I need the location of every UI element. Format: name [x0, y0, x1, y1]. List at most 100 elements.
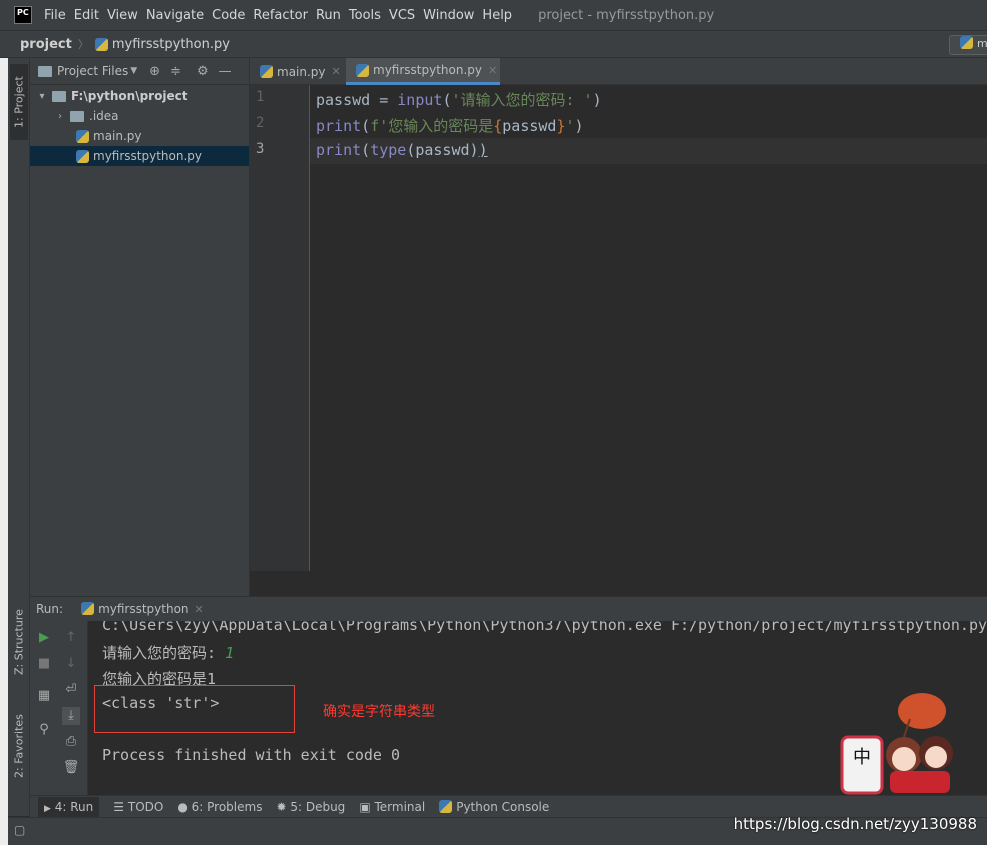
tab-label: main.py: [277, 64, 326, 79]
background-window-strip: [0, 30, 8, 845]
pin-icon[interactable]: ⚲: [35, 721, 53, 739]
chevron-down-icon[interactable]: ▼: [130, 66, 137, 76]
menu-code[interactable]: Code: [212, 8, 245, 23]
tool-window-toggle-icon[interactable]: ▢: [14, 823, 25, 837]
console-user-input: 1: [225, 644, 235, 662]
tab-myfirsstpython-py[interactable]: myfirsstpython.py ✕: [346, 58, 500, 85]
editor-tab-bar: main.py ✕ myfirsstpython.py ✕: [250, 58, 987, 85]
tree-item-main-py[interactable]: main.py: [30, 126, 249, 146]
mascot-text: 中: [853, 747, 871, 768]
tab-main-py[interactable]: main.py ✕: [250, 58, 346, 85]
breadcrumb-separator-icon: 〉: [77, 38, 89, 51]
tree-item-label: F:\python\project: [71, 89, 188, 103]
folder-icon: [52, 90, 66, 102]
project-view-selector[interactable]: Project Files: [57, 64, 128, 78]
menu-view[interactable]: View: [107, 8, 138, 23]
breadcrumb-project[interactable]: project: [20, 37, 72, 52]
favorites-tool-tab-label: 2: Favorites: [12, 714, 26, 778]
mascot-sticker: 中: [840, 693, 953, 795]
tab-todo[interactable]: ☰ TODO: [113, 800, 163, 814]
run-console[interactable]: C:\Users\zyy\AppData\Local\Programs\Pyth…: [88, 621, 987, 795]
line-number: 3: [256, 141, 265, 157]
menu-bar: PC File Edit View Navigate Code Refactor…: [0, 0, 987, 30]
close-icon[interactable]: ✕: [332, 65, 341, 78]
trash-icon[interactable]: 🗑: [62, 759, 80, 777]
tree-item-label: main.py: [93, 129, 142, 143]
tab-problems[interactable]: ● 6: Problems: [177, 800, 262, 814]
rerun-icon[interactable]: ▶: [35, 629, 53, 647]
python-icon: [81, 602, 95, 615]
bottom-tool-tabs: ▶ 4: Run ☰ TODO ● 6: Problems ✹ 5: Debug…: [30, 795, 987, 817]
down-arrow-icon[interactable]: ↓: [62, 655, 80, 673]
tab-todo-label: TODO: [127, 799, 164, 814]
chevron-right-icon[interactable]: ›: [54, 111, 66, 122]
menu-run[interactable]: Run: [316, 8, 341, 23]
code-line-3: print(type(passwd)): [316, 141, 488, 159]
locate-icon[interactable]: ⊕: [149, 64, 160, 79]
run-label: Run:: [36, 602, 64, 616]
editor-bottom-area: [250, 571, 987, 596]
gear-icon[interactable]: ⚙: [197, 64, 209, 79]
menu-edit[interactable]: Edit: [74, 8, 99, 23]
tree-item-myfirsstpython-py[interactable]: myfirsstpython.py: [30, 146, 249, 166]
watermark: https://blog.csdn.net/zyy130988: [733, 815, 977, 833]
structure-tool-tab[interactable]: Z: Structure: [10, 600, 28, 684]
code-editor[interactable]: passwd = input('请输入您的密码: ') print(f'您输入的…: [310, 85, 987, 571]
console-line-prompt: 请输入您的密码: 1: [102, 642, 234, 663]
menu-window[interactable]: Window: [423, 8, 474, 23]
run-panel-header: Run: myfirsstpython ✕: [30, 596, 987, 621]
close-icon[interactable]: ✕: [195, 603, 204, 616]
console-prompt-text: 请输入您的密码:: [102, 644, 226, 662]
project-panel: Project Files ▼ ⊕ ≑ ⚙ — ▾ F:\python\proj…: [30, 58, 250, 596]
tab-label: myfirsstpython.py: [373, 63, 483, 77]
favorites-tool-tab[interactable]: 2: Favorites: [10, 702, 28, 790]
menu-help[interactable]: Help: [482, 8, 512, 23]
tree-item-idea[interactable]: › .idea: [30, 106, 249, 126]
run-config-tab[interactable]: myfirsstpython ✕: [81, 602, 204, 616]
run-icon: ▶: [44, 803, 51, 814]
problems-icon: ●: [177, 799, 188, 814]
menu-navigate[interactable]: Navigate: [146, 8, 204, 23]
python-file-icon: [356, 63, 369, 77]
window-title: project - myfirsstpython.py: [538, 7, 715, 23]
list-icon: ☰: [113, 799, 125, 814]
tab-problems-label: 6: Problems: [191, 799, 263, 814]
bug-icon: ✹: [276, 799, 287, 814]
tab-run-label: 4: Run: [54, 799, 94, 814]
scroll-to-end-icon[interactable]: ⤓: [62, 707, 80, 725]
python-file-icon: [76, 129, 89, 143]
console-line-command: C:\Users\zyy\AppData\Local\Programs\Pyth…: [102, 621, 987, 634]
left-tool-stripe: 1: Project Z: Structure 2: Favorites: [8, 58, 30, 816]
soft-wrap-icon[interactable]: ⏎: [62, 681, 80, 699]
line-number: 2: [256, 115, 265, 131]
menu-tools[interactable]: Tools: [349, 8, 381, 23]
tab-python-console[interactable]: Python Console: [439, 799, 549, 814]
line-number: 1: [256, 89, 265, 105]
tree-item-root[interactable]: ▾ F:\python\project: [30, 86, 249, 106]
hide-icon[interactable]: —: [219, 64, 232, 79]
collapse-all-icon[interactable]: ≑: [170, 64, 181, 79]
close-icon[interactable]: ✕: [488, 64, 497, 77]
menu-refactor[interactable]: Refactor: [253, 8, 308, 23]
python-icon: [439, 799, 453, 813]
breadcrumb-file[interactable]: myfirsstpython.py: [112, 37, 230, 52]
navigation-bar: project 〉 myfirsstpython.py m: [0, 30, 987, 58]
run-config-selector[interactable]: m: [949, 35, 987, 55]
print-icon[interactable]: ⎙: [62, 733, 80, 751]
tree-item-label: .idea: [89, 109, 119, 123]
project-tool-tab[interactable]: 1: Project: [10, 64, 28, 140]
tab-terminal-label: Terminal: [374, 799, 426, 814]
tab-run[interactable]: ▶ 4: Run: [38, 796, 100, 817]
stop-icon[interactable]: ■: [35, 655, 53, 673]
folder-icon: [38, 65, 52, 77]
tab-terminal[interactable]: ▣ Terminal: [359, 800, 425, 814]
menu-vcs[interactable]: VCS: [389, 8, 415, 23]
up-arrow-icon[interactable]: ↑: [62, 629, 80, 647]
chevron-down-icon[interactable]: ▾: [36, 91, 48, 102]
layout-icon[interactable]: ▦: [35, 687, 53, 705]
terminal-icon: ▣: [359, 799, 371, 814]
tab-debug[interactable]: ✹ 5: Debug: [276, 800, 345, 814]
python-file-icon: [260, 65, 273, 78]
tree-item-label: myfirsstpython.py: [93, 149, 203, 163]
menu-file[interactable]: File: [44, 8, 66, 23]
